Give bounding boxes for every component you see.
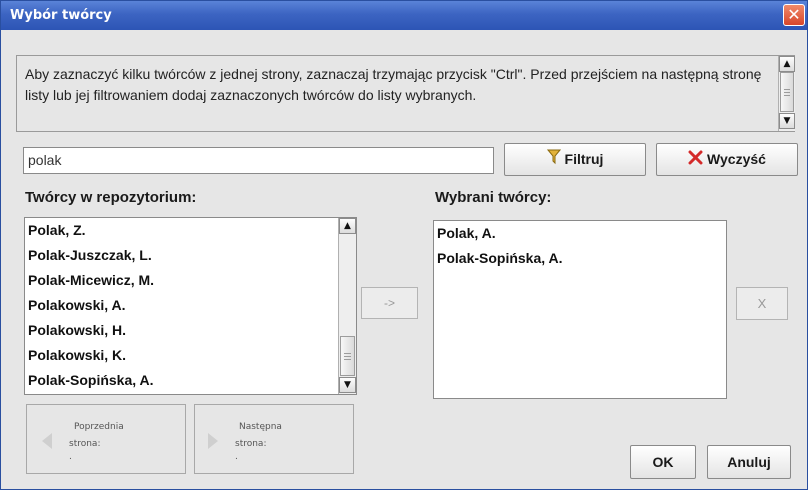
list-item[interactable]: Polakowski, K. <box>25 343 337 368</box>
clear-button[interactable]: Wyczyść <box>656 143 798 176</box>
window-title: Wybór twórcy <box>10 8 112 23</box>
add-selected-button[interactable]: -> <box>361 287 418 319</box>
clear-button-label: Wyczyść <box>707 151 766 167</box>
next-page-number: . <box>235 452 238 462</box>
scroll-down-icon[interactable]: ▼ <box>779 113 795 129</box>
repository-list[interactable]: Polak, Z. Polak-Juszczak, L. Polak-Micew… <box>24 217 357 395</box>
scroll-thumb[interactable] <box>780 72 794 112</box>
next-page-label: strona: <box>235 439 267 449</box>
selected-list[interactable]: Polak, A. Polak-Sopińska, A. <box>433 220 727 399</box>
scroll-up-icon[interactable]: ▲ <box>339 218 356 234</box>
list-item[interactable]: Polak-Juszczak, L. <box>25 243 337 268</box>
list-item[interactable]: Polak-Sopińska, A. <box>25 368 337 393</box>
list-item[interactable]: Polak-Micewicz, M. <box>25 268 337 293</box>
red-x-icon <box>688 145 703 176</box>
scroll-thumb[interactable] <box>340 336 355 376</box>
filter-button[interactable]: Filtruj <box>504 143 646 176</box>
repository-label: Twórcy w repozytorium: <box>25 189 197 206</box>
list-item[interactable]: Polakowski, A. <box>25 293 337 318</box>
info-scrollbar[interactable]: ▲ ▼ <box>778 56 795 131</box>
filter-input[interactable]: polak <box>23 147 494 174</box>
scroll-up-icon[interactable]: ▲ <box>779 56 795 72</box>
cancel-button[interactable]: Anuluj <box>707 445 791 479</box>
previous-page-button[interactable]: Poprzednia strona: . <box>26 404 186 474</box>
list-item[interactable]: Polakowski, H. <box>25 318 337 343</box>
next-page-label: Następna <box>239 422 282 432</box>
repository-list-items: Polak, Z. Polak-Juszczak, L. Polak-Micew… <box>25 218 337 393</box>
previous-page-label: strona: <box>69 439 101 449</box>
previous-page-label: Poprzednia <box>74 422 124 432</box>
list-item[interactable]: Polak-Sopińska, A. <box>434 246 726 271</box>
funnel-icon <box>546 145 561 176</box>
ok-button[interactable]: OK <box>630 445 696 479</box>
close-icon[interactable]: ✕ <box>783 4 805 26</box>
repository-scrollbar[interactable]: ▲ ▼ <box>338 218 356 394</box>
remove-selected-button[interactable]: X <box>736 287 788 320</box>
dialog-window: Wybór twórcy ✕ Aby zaznaczyć kilku twórc… <box>0 0 808 490</box>
chevron-left-icon <box>42 433 52 449</box>
info-text: Aby zaznaczyć kilku twórców z jednej str… <box>25 66 762 103</box>
selected-label: Wybrani twórcy: <box>435 189 552 206</box>
next-page-button[interactable]: Następna strona: . <box>194 404 354 474</box>
scroll-down-icon[interactable]: ▼ <box>339 377 356 393</box>
list-item[interactable]: Polak, Z. <box>25 218 337 243</box>
list-item[interactable]: Polak, A. <box>434 221 726 246</box>
previous-page-number: . <box>69 452 72 462</box>
filter-button-label: Filtruj <box>564 151 604 167</box>
chevron-right-icon <box>208 433 218 449</box>
info-text-area: Aby zaznaczyć kilku twórców z jednej str… <box>16 55 795 132</box>
title-bar: Wybór twórcy <box>1 1 807 30</box>
